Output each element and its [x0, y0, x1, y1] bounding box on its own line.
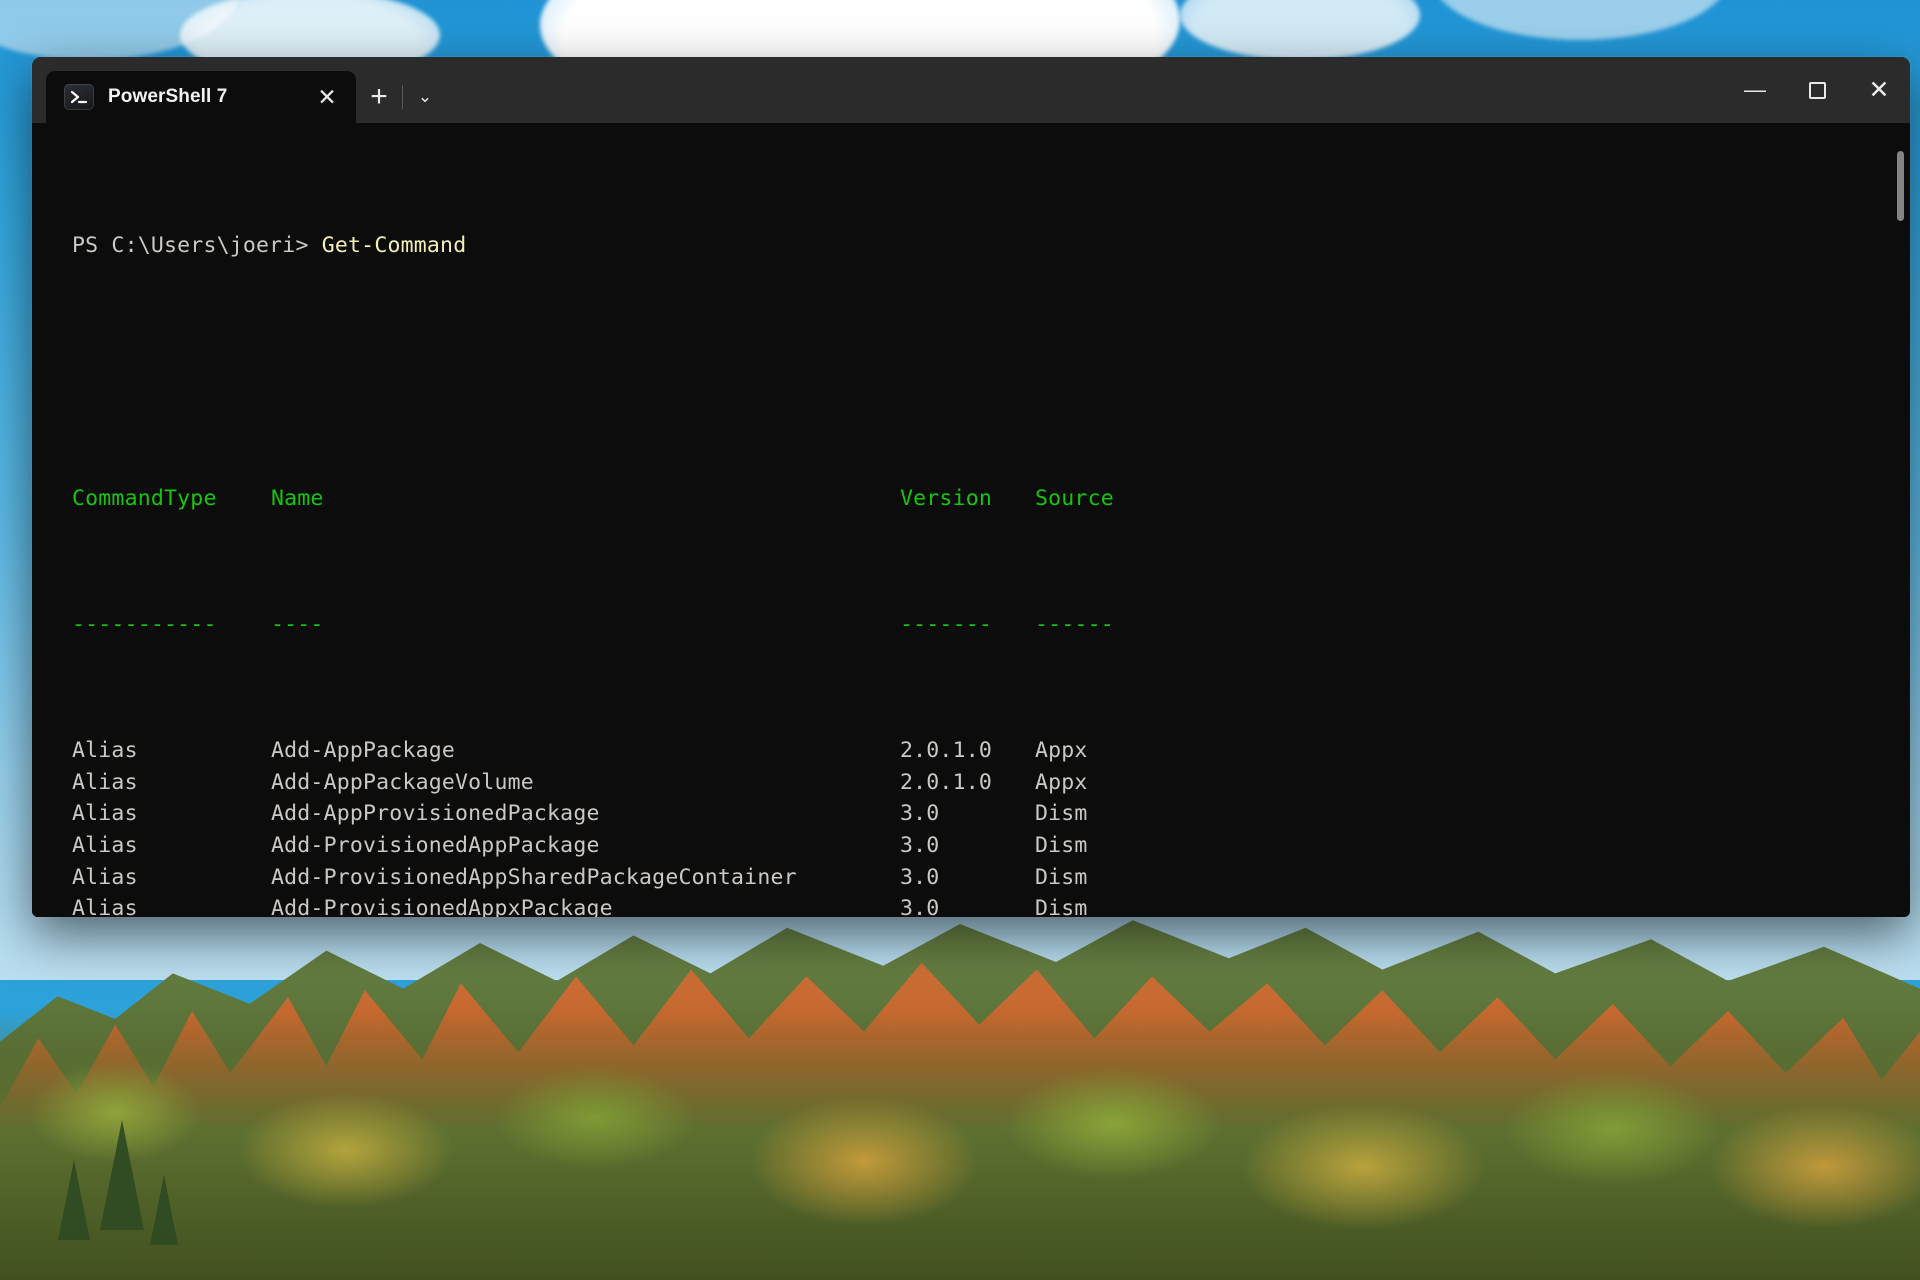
command-version-cell: 3.0 — [900, 833, 940, 859]
console-scrollbar[interactable] — [1896, 129, 1905, 917]
console-text: PS C:\Users\joeri> Get-Command CommandTy… — [32, 135, 1910, 917]
table-row: Alias Add-ProvisionedAppxPackage 3.0 Dism — [72, 893, 1910, 917]
command-source-cell: Dism — [1035, 896, 1088, 917]
command-version-cell: 3.0 — [900, 801, 940, 827]
entered-command: Get-Command — [321, 232, 467, 258]
maximize-icon — [1808, 81, 1826, 99]
wallpaper-tree — [150, 1175, 178, 1245]
close-window-button[interactable]: ✕ — [1848, 57, 1910, 123]
table-row: Alias Add-AppPackage 2.0.1.0 Appx — [72, 735, 1910, 767]
command-type-cell: Alias — [72, 896, 138, 917]
command-type-cell: Alias — [72, 864, 138, 890]
command-name-cell: Add-AppPackage — [271, 738, 456, 764]
command-name-cell: Add-ProvisionedAppSharedPackageContainer — [271, 864, 797, 890]
command-type-cell: Alias — [72, 738, 138, 764]
window-controls: — ✕ — [1724, 57, 1910, 123]
command-type-cell: Alias — [72, 769, 138, 795]
tab-strip: PowerShell 7 ✕ + ⌄ — [32, 57, 448, 123]
powershell-prompt-icon — [64, 84, 94, 110]
command-type-cell: Alias — [72, 801, 138, 827]
wallpaper-tree — [100, 1120, 144, 1230]
tab-powershell-7[interactable]: PowerShell 7 ✕ — [46, 71, 356, 123]
rule-version: ------- — [900, 611, 993, 637]
maximize-button[interactable] — [1786, 57, 1848, 123]
command-name-cell: Add-AppProvisionedPackage — [271, 801, 600, 827]
table-body: Alias Add-AppPackage 2.0.1.0 Appx Alias Add-A… — [72, 735, 1910, 917]
command-name-cell: Add-AppPackageVolume — [271, 769, 534, 795]
console-output-area[interactable]: PS C:\Users\joeri> Get-Command CommandTy… — [32, 123, 1910, 917]
wallpaper-tree — [58, 1160, 90, 1240]
table-row: Alias Add-ProvisionedAppSharedPackageCont… — [72, 862, 1910, 894]
minimize-icon: — — [1744, 77, 1766, 102]
terminal-window: PowerShell 7 ✕ + ⌄ — ✕ PS C:\Users\joeri… — [32, 57, 1910, 917]
command-source-cell: Appx — [1035, 738, 1088, 764]
command-version-cell: 3.0 — [900, 896, 940, 917]
command-version-cell: 2.0.1.0 — [900, 769, 993, 795]
desktop: PowerShell 7 ✕ + ⌄ — ✕ PS C:\Users\joeri… — [0, 0, 1920, 1280]
table-row: Alias Add-AppProvisionedPackage 3.0 Dism — [72, 798, 1910, 830]
header-version: Version — [900, 485, 993, 511]
command-source-cell: Dism — [1035, 801, 1088, 827]
tab-title: PowerShell 7 — [108, 86, 228, 107]
table-header-rule-row: ----------- ---- ------- ------ — [72, 609, 1910, 641]
command-version-cell: 2.0.1.0 — [900, 738, 993, 764]
command-version-cell: 3.0 — [900, 864, 940, 890]
table-row: Alias Add-AppPackageVolume 2.0.1.0 Appx — [72, 767, 1910, 799]
command-name-cell: Add-ProvisionedAppPackage — [271, 833, 600, 859]
command-source-cell: Dism — [1035, 833, 1088, 859]
rule-source: ------ — [1035, 611, 1114, 637]
header-name: Name — [271, 485, 324, 511]
close-icon: ✕ — [1868, 75, 1890, 104]
header-source: Source — [1035, 485, 1114, 511]
prompt-path: PS C:\Users\joeri> — [72, 232, 322, 258]
command-type-cell: Alias — [72, 833, 138, 859]
prompt-line: PS C:\Users\joeri> Get-Command — [72, 230, 1910, 262]
rule-name: ---- — [271, 611, 324, 637]
title-bar[interactable]: PowerShell 7 ✕ + ⌄ — ✕ — [32, 57, 1910, 123]
new-tab-button[interactable]: + — [356, 71, 402, 123]
minimize-button[interactable]: — — [1724, 57, 1786, 123]
chevron-down-icon[interactable]: ⌄ — [402, 71, 448, 123]
wallpaper-foliage — [0, 1010, 1920, 1280]
header-commandtype: CommandType — [72, 485, 217, 511]
scrollbar-thumb[interactable] — [1897, 151, 1904, 221]
table-row: Alias Add-ProvisionedAppPackage 3.0 Dism — [72, 830, 1910, 862]
command-source-cell: Dism — [1035, 864, 1088, 890]
command-name-cell: Add-ProvisionedAppxPackage — [271, 896, 613, 917]
rule-commandtype: ----------- — [72, 611, 217, 637]
command-source-cell: Appx — [1035, 769, 1088, 795]
close-tab-button[interactable]: ✕ — [310, 80, 344, 114]
table-header-row: CommandType Name Version Source — [72, 483, 1910, 515]
